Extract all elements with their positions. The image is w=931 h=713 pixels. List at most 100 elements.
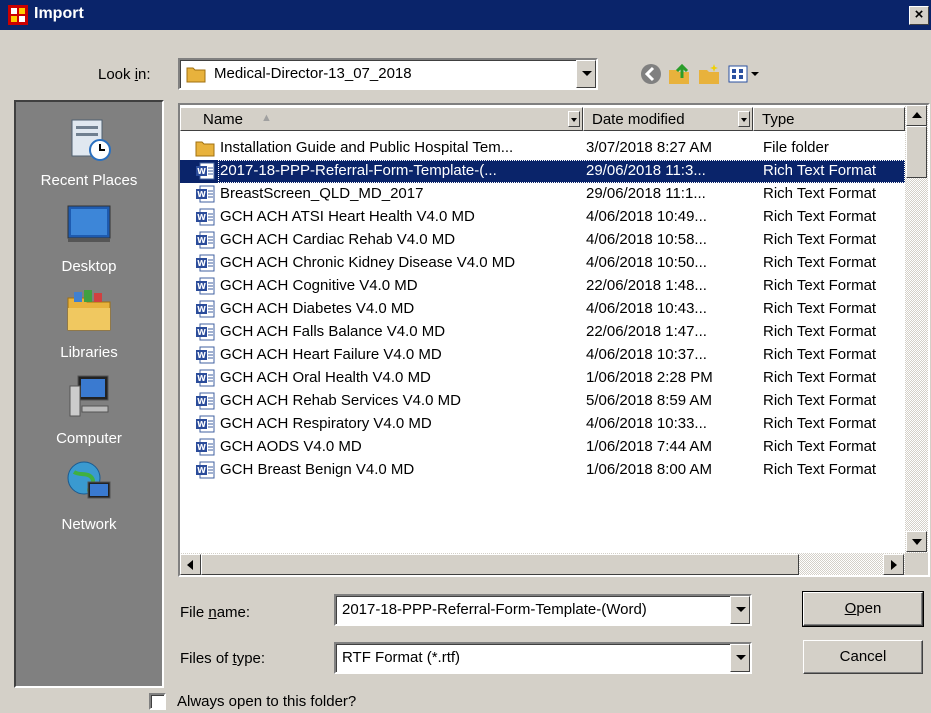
- cancel-button[interactable]: Cancel: [803, 640, 923, 674]
- word-doc-icon: W: [196, 323, 215, 341]
- app-icon: [8, 5, 28, 25]
- file-date: 29/06/2018 11:1...: [586, 185, 706, 202]
- lookin-value: Medical-Director-13_07_2018: [214, 65, 412, 82]
- file-row[interactable]: W GCH ACH Oral Health V4.0 MD 1/06/2018 2:…: [180, 367, 905, 390]
- title-bar[interactable]: Import ×: [0, 0, 931, 30]
- up-folder-icon[interactable]: [667, 62, 691, 86]
- file-row[interactable]: W GCH ACH Diabetes V4.0 MD 4/06/2018 10:43…: [180, 298, 905, 321]
- always-open-label[interactable]: Always open to this folder?: [177, 693, 356, 710]
- file-row[interactable]: W GCH ACH ATSI Heart Health V4.0 MD 4/06/2…: [180, 206, 905, 229]
- place-network[interactable]: Network: [16, 452, 162, 538]
- file-row[interactable]: W GCH ACH Falls Balance V4.0 MD 22/06/2018…: [180, 321, 905, 344]
- file-type: Rich Text Format: [763, 346, 877, 363]
- place-label: Computer: [56, 430, 122, 447]
- new-folder-icon[interactable]: [697, 62, 721, 86]
- file-row[interactable]: Installation Guide and Public Hospital T…: [180, 137, 905, 160]
- filetype-dropdown-button[interactable]: [730, 644, 750, 672]
- file-row[interactable]: W BreastScreen_QLD_MD_2017 29/06/2018 11:1…: [180, 183, 905, 206]
- word-doc-icon: W: [196, 185, 215, 203]
- libraries-icon: [67, 290, 111, 331]
- file-date: 4/06/2018 10:50...: [586, 254, 707, 271]
- file-row[interactable]: W GCH ACH Chronic Kidney Disease V4.0 MD 4…: [180, 252, 905, 275]
- word-doc-icon: W: [196, 438, 215, 456]
- lookin-dropdown-button[interactable]: [576, 60, 596, 88]
- word-doc-icon: W: [196, 231, 215, 249]
- vertical-scrollbar[interactable]: [905, 105, 928, 553]
- scroll-left-button[interactable]: [180, 554, 201, 575]
- file-row[interactable]: W GCH Breast Benign V4.0 MD 1/06/2018 8:00…: [180, 459, 905, 482]
- place-recent-places[interactable]: Recent Places: [16, 108, 162, 194]
- filename-combobox[interactable]: 2017-18-PPP-Referral-Form-Template-(Word…: [334, 594, 752, 626]
- svg-text:W: W: [197, 190, 206, 199]
- svg-text:W: W: [197, 374, 206, 383]
- filename-dropdown-button[interactable]: [730, 596, 750, 624]
- place-label: Libraries: [60, 344, 118, 361]
- close-icon: ×: [914, 6, 924, 23]
- file-type: Rich Text Format: [763, 323, 877, 340]
- file-type: Rich Text Format: [763, 185, 877, 202]
- place-label: Recent Places: [40, 172, 138, 189]
- word-doc-icon: W: [196, 300, 215, 318]
- column-header-name[interactable]: Name ▲: [180, 107, 583, 131]
- folder-icon: [195, 141, 215, 157]
- column-filter-button[interactable]: [568, 111, 580, 127]
- file-date: 5/06/2018 8:59 AM: [586, 392, 712, 409]
- close-button[interactable]: ×: [909, 6, 929, 25]
- file-name: GCH ACH Falls Balance V4.0 MD: [220, 323, 446, 340]
- file-type: Rich Text Format: [763, 208, 877, 225]
- word-doc-icon: W: [196, 392, 215, 410]
- word-doc-icon: W: [196, 461, 215, 479]
- file-type: Rich Text Format: [763, 300, 877, 317]
- svg-text:W: W: [197, 167, 206, 176]
- column-header-date[interactable]: Date modified: [583, 107, 753, 131]
- scroll-right-button[interactable]: [883, 554, 904, 575]
- file-name: GCH ACH Diabetes V4.0 MD: [220, 300, 415, 317]
- svg-text:W: W: [197, 420, 206, 429]
- scroll-down-button[interactable]: [906, 531, 927, 552]
- svg-text:W: W: [197, 305, 206, 314]
- svg-text:W: W: [197, 351, 206, 360]
- horizontal-scroll-thumb[interactable]: [201, 554, 799, 575]
- file-row[interactable]: W 2017-18-PPP-Referral-Form-Template-(...…: [180, 160, 905, 183]
- file-name: GCH ACH Cardiac Rehab V4.0 MD: [220, 231, 456, 248]
- file-date: 29/06/2018 11:3...: [586, 162, 706, 179]
- file-row[interactable]: W GCH AODS V4.0 MD 1/06/2018 7:44 AM Rich T…: [180, 436, 905, 459]
- vertical-scroll-thumb[interactable]: [906, 126, 927, 178]
- file-date: 4/06/2018 10:33...: [586, 415, 707, 432]
- recent-places-icon: [71, 119, 111, 161]
- column-filter-button[interactable]: [738, 111, 750, 127]
- view-menu-icon[interactable]: [727, 62, 763, 86]
- lookin-label: Look in:: [98, 66, 151, 83]
- file-list[interactable]: Name ▲ Date modified Type Installation G…: [178, 103, 930, 577]
- scroll-up-button[interactable]: [906, 105, 927, 126]
- place-computer[interactable]: Computer: [16, 366, 162, 452]
- always-open-checkbox[interactable]: [149, 693, 166, 710]
- file-name: GCH ACH Heart Failure V4.0 MD: [220, 346, 442, 363]
- file-row[interactable]: W GCH ACH Cardiac Rehab V4.0 MD 4/06/2018 …: [180, 229, 905, 252]
- filename-input[interactable]: 2017-18-PPP-Referral-Form-Template-(Word…: [342, 601, 647, 618]
- svg-text:W: W: [197, 443, 206, 452]
- file-row[interactable]: W GCH ACH Heart Failure V4.0 MD 4/06/2018 …: [180, 344, 905, 367]
- file-row[interactable]: W GCH ACH Cognitive V4.0 MD 22/06/2018 1:4…: [180, 275, 905, 298]
- file-date: 4/06/2018 10:43...: [586, 300, 707, 317]
- word-doc-icon: W: [196, 369, 215, 387]
- window-title: Import: [34, 5, 84, 22]
- word-doc-icon: W: [196, 208, 215, 226]
- back-icon[interactable]: [639, 62, 663, 86]
- file-type: Rich Text Format: [763, 438, 877, 455]
- filetype-combobox[interactable]: RTF Format (*.rtf): [334, 642, 752, 674]
- lookin-combobox[interactable]: Medical-Director-13_07_2018: [178, 58, 598, 90]
- open-button[interactable]: Open: [802, 591, 924, 627]
- file-name: GCH ACH Chronic Kidney Disease V4.0 MD: [220, 254, 516, 271]
- place-libraries[interactable]: Libraries: [16, 280, 162, 366]
- place-desktop[interactable]: Desktop: [16, 194, 162, 280]
- filetype-label: Files of type:: [180, 650, 266, 667]
- computer-icon: [69, 375, 109, 417]
- column-header-type[interactable]: Type: [753, 107, 905, 131]
- horizontal-scrollbar[interactable]: [180, 553, 905, 575]
- file-type: Rich Text Format: [763, 369, 877, 386]
- file-row[interactable]: W GCH ACH Respiratory V4.0 MD 4/06/2018 10…: [180, 413, 905, 436]
- sort-ascending-icon: ▲: [261, 112, 272, 124]
- svg-text:W: W: [197, 328, 206, 337]
- file-row[interactable]: W GCH ACH Rehab Services V4.0 MD 5/06/2018…: [180, 390, 905, 413]
